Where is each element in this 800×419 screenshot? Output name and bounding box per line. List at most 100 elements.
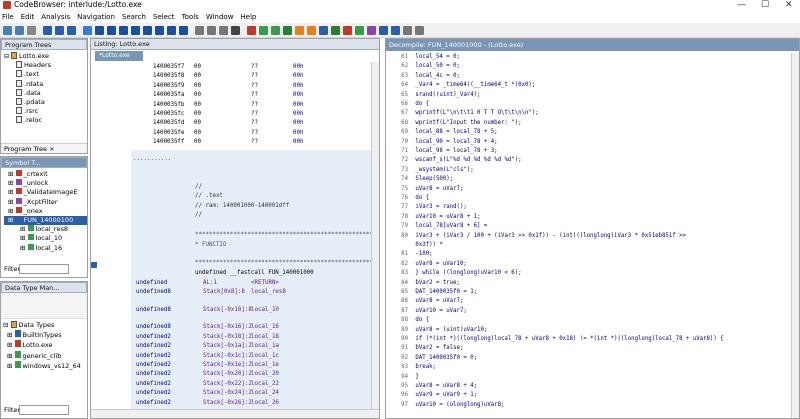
toolbar-button-icon[interactable] — [67, 26, 76, 35]
expand-icon[interactable]: ⊞ — [7, 331, 15, 339]
data-type-filter-input[interactable] — [19, 405, 69, 415]
menu-navigation[interactable]: Navigation — [77, 12, 115, 23]
tree-root-lotto[interactable]: ⊟ Lotto.exe — [4, 52, 87, 61]
toolbar-button-icon[interactable] — [403, 26, 412, 35]
code-line[interactable]: 75 uVar8 = uVar7; — [386, 185, 463, 195]
expand-icon[interactable]: ⊞ — [8, 179, 16, 187]
listing-tab[interactable]: *Lotto.exe — [95, 51, 143, 61]
toolbar-button-icon[interactable] — [319, 26, 328, 35]
tree-item[interactable]: .rsrc — [4, 107, 87, 116]
toolbar-button-icon[interactable] — [195, 26, 204, 35]
data-type-item[interactable]: ⊞ BuiltInTypes — [3, 330, 87, 340]
code-line[interactable]: 95 uVar8 = uVar8 + 4; — [386, 382, 477, 392]
data-type-item[interactable]: ⊞ windows_vs12_64 — [3, 360, 87, 371]
toolbar-button-icon[interactable] — [179, 26, 188, 35]
expand-icon[interactable]: ⊞ — [8, 207, 16, 215]
code-line[interactable]: 0x3f)) * — [386, 241, 442, 251]
toolbar-button-icon[interactable] — [259, 26, 268, 35]
expand-icon[interactable]: ⊞ — [7, 362, 15, 370]
toolbar-button-icon[interactable] — [219, 26, 228, 35]
symbol-item[interactable]: ⊞ _XcptFilter — [4, 197, 87, 207]
toolbar-button-icon[interactable] — [155, 26, 164, 35]
toolbar-button-icon[interactable] — [143, 26, 152, 35]
toolbar-button-icon[interactable] — [355, 26, 364, 35]
code-line[interactable]: 87 uVar10 = uVar7; — [386, 307, 467, 317]
listing-body[interactable]: 1400035f7 00?? 00h 1400035f8 00?? 00h 1400035f… — [91, 62, 371, 409]
code-line[interactable]: 64 _Var4 = _time64((__time64_t *)0x0); — [386, 81, 535, 91]
toolbar-button-icon[interactable] — [43, 26, 52, 35]
symbol-item[interactable]: ⊞ local_16 — [4, 243, 87, 253]
toolbar-button-icon[interactable] — [27, 26, 36, 35]
toolbar-button-icon[interactable] — [247, 26, 256, 35]
expand-icon[interactable]: ⊞ — [8, 216, 16, 224]
symbol-item[interactable]: ⊞ _onex — [4, 206, 87, 216]
expand-icon[interactable]: ⊞ — [7, 352, 15, 360]
expand-icon[interactable]: ⊞ — [8, 188, 16, 196]
toolbar-button-icon[interactable] — [107, 26, 116, 35]
menu-file[interactable]: File — [2, 12, 14, 23]
expand-icon[interactable]: ⊞ — [20, 244, 28, 252]
maximize-button[interactable]: ☐ — [761, 0, 769, 10]
code-line[interactable]: 88 do { — [386, 316, 429, 326]
toolbar-button-icon[interactable] — [271, 26, 280, 35]
code-line[interactable]: 97 uVar10 = (ulonglong)uVar8; — [386, 401, 504, 411]
code-line[interactable]: 83 } while ((longlong)uVar10 < 6); — [386, 269, 521, 279]
menu-help[interactable]: Help — [240, 12, 256, 23]
data-type-item[interactable]: ⊞ Lotto.exe — [3, 340, 87, 350]
code-line[interactable]: 85 DAT_1400035f0 = 1; — [386, 288, 477, 298]
code-line[interactable]: 90 if (*(int *)((longlong)local_78 + uVa… — [386, 335, 723, 345]
toolbar-button-icon[interactable] — [167, 26, 176, 35]
toolbar-button-icon[interactable] — [231, 26, 240, 35]
tab-program-tree[interactable]: Program Tree × — [1, 143, 87, 153]
toolbar-button-icon[interactable] — [295, 26, 304, 35]
symbol-item[interactable]: ⊞ _crtexit — [4, 170, 87, 179]
toolbar-button-icon[interactable] — [343, 26, 352, 35]
toolbar-button-icon[interactable] — [415, 26, 424, 35]
symbol-item[interactable]: ⊞ FUN_14000100 — [4, 216, 87, 226]
code-line[interactable]: 67 wprintf(L"\n\t\t1 0 T T O\t\t\n\n"); — [386, 109, 539, 119]
decompile-scrollbar[interactable] — [791, 53, 799, 418]
code-line[interactable]: 62 local_50 = 0; — [386, 62, 460, 72]
listing-hscrollbar[interactable] — [91, 409, 379, 418]
expand-icon[interactable]: ⊞ — [8, 170, 16, 178]
code-line[interactable]: 81 -100; — [386, 250, 432, 260]
code-line[interactable]: 96 uVar9 = uVar9 + 1; — [386, 391, 477, 401]
toolbar-button-icon[interactable] — [119, 26, 128, 35]
tree-item[interactable]: .pdata — [4, 98, 87, 107]
toolbar-button-icon[interactable] — [367, 26, 376, 35]
code-line[interactable]: 93 break; — [386, 363, 436, 373]
code-line[interactable]: 86 uVar8 = uVar7; — [386, 297, 463, 307]
expand-icon[interactable]: ⊞ — [7, 341, 15, 349]
toolbar-button-icon[interactable] — [379, 26, 388, 35]
toolbar-button-icon[interactable] — [307, 26, 316, 35]
code-line[interactable]: 76 do { — [386, 194, 429, 204]
toolbar-button-icon[interactable] — [55, 26, 64, 35]
tree-item[interactable]: .data — [4, 88, 87, 98]
toolbar-button-icon[interactable] — [83, 26, 92, 35]
toolbar-button-icon[interactable] — [331, 26, 340, 35]
toolbar-button-icon[interactable] — [391, 26, 400, 35]
tree-item[interactable]: .reloc — [4, 116, 87, 125]
code-line[interactable]: 74 Sleep(500); — [386, 175, 453, 185]
symbol-filter-input[interactable] — [19, 264, 69, 274]
code-line[interactable]: 91 bVar2 = false; — [386, 344, 463, 354]
data-type-item[interactable]: ⊞ generic_clib — [3, 350, 87, 361]
code-line[interactable]: 68 wprintf(L"Input the number: "); — [386, 119, 521, 129]
toolbar-button-icon[interactable] — [3, 26, 12, 35]
code-line[interactable]: 77 iVar3 = rand(); — [386, 203, 467, 213]
menu-tools[interactable]: Tools — [182, 12, 199, 23]
code-line[interactable]: 82 uVar8 = uVar10; — [386, 260, 467, 270]
toolbar-button-icon[interactable] — [131, 26, 140, 35]
code-line[interactable]: 69 local_88 = local_78 + 5; — [386, 128, 497, 138]
code-line[interactable]: 65 srand((uint)_Var4); — [386, 91, 480, 101]
symbol-item[interactable]: ⊞ local_res8 — [4, 225, 87, 234]
code-line[interactable]: 73 _wsystem(L"cls"); — [386, 166, 474, 176]
symbol-item[interactable]: ⊞ _ValidateImageE — [4, 188, 87, 197]
symbol-item[interactable]: ⊞ _unlock — [4, 179, 87, 188]
code-line[interactable]: 79 local_78[uVar8 + 6] = — [386, 222, 487, 232]
menu-edit[interactable]: Edit — [21, 12, 35, 23]
code-line[interactable]: 78 uVar10 = uVar8 + 1; — [386, 213, 480, 223]
code-line[interactable]: 71 local_98 = local_78 + 3; — [386, 147, 497, 157]
toolbar-button-icon[interactable] — [207, 26, 216, 35]
expand-icon[interactable]: ⊞ — [20, 225, 28, 233]
